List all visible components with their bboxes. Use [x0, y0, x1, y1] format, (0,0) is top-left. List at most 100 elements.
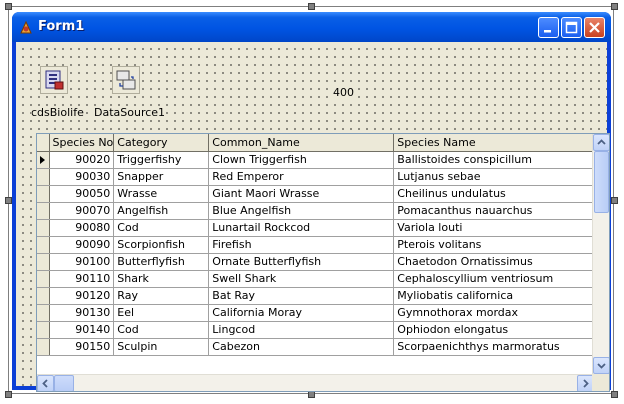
cell-species-no[interactable]: 90070 — [49, 202, 115, 220]
maximize-button[interactable] — [561, 17, 582, 38]
cell-common-name[interactable]: Swell Shark — [208, 270, 395, 288]
cell-species-name[interactable]: Ballistoides conspicillum — [393, 151, 595, 169]
cell-species-name[interactable]: Cephaloscyllium ventriosum — [393, 270, 595, 288]
cell-species-no[interactable]: 90130 — [49, 304, 115, 322]
resize-handle-bottom-right[interactable] — [611, 391, 618, 398]
resize-handle-top-left[interactable] — [5, 3, 12, 10]
cell-common-name[interactable]: Red Emperor — [208, 168, 395, 186]
cell-species-name[interactable]: Myliobatis californica — [393, 287, 595, 305]
row-indicator[interactable] — [37, 168, 50, 186]
cell-species-no[interactable]: 90140 — [49, 321, 115, 339]
vertical-scrollbar[interactable] — [592, 134, 609, 374]
cell-category[interactable]: Cod — [113, 219, 210, 237]
row-indicator[interactable] — [37, 219, 50, 237]
cell-category[interactable]: Sculpin — [113, 338, 210, 356]
scroll-down-button[interactable] — [593, 357, 609, 374]
label-400[interactable]: 400 — [332, 86, 355, 99]
row-indicator[interactable] — [37, 321, 50, 339]
row-indicator[interactable] — [37, 151, 50, 169]
table-row[interactable]: 90120 Ray Bat Ray Myliobatis californica — [37, 287, 595, 305]
column-header-common-name[interactable]: Common_Name — [208, 134, 395, 152]
cell-species-name[interactable]: Pterois volitans — [393, 236, 595, 254]
row-indicator[interactable] — [37, 253, 50, 271]
cell-species-name[interactable]: Gymnothorax mordax — [393, 304, 595, 322]
cell-species-name[interactable]: Cheilinus undulatus — [393, 185, 595, 203]
cell-species-no[interactable]: 90020 — [49, 151, 115, 169]
datasource1-component[interactable] — [112, 66, 140, 94]
row-indicator[interactable] — [37, 304, 50, 322]
horizontal-scrollbar[interactable] — [37, 374, 594, 391]
close-button[interactable] — [584, 17, 605, 38]
cell-common-name[interactable]: Cabezon — [208, 338, 395, 356]
table-row[interactable]: 90050 Wrasse Giant Maori Wrasse Cheilinus u… — [37, 185, 595, 203]
table-row[interactable]: 90030 Snapper Red Emperor Lutjanus sebae — [37, 168, 595, 186]
row-indicator[interactable] — [37, 287, 50, 305]
close-icon — [589, 22, 600, 33]
cell-species-name[interactable]: Chaetodon Ornatissimus — [393, 253, 595, 271]
resize-handle-left[interactable] — [5, 197, 12, 204]
cell-species-name[interactable]: Pomacanthus nauarchus — [393, 202, 595, 220]
resize-handle-top-right[interactable] — [611, 3, 618, 10]
cell-category[interactable]: Scorpionfish — [113, 236, 210, 254]
cell-category[interactable]: Triggerfishy — [113, 151, 210, 169]
cell-common-name[interactable]: Clown Triggerfish — [208, 151, 395, 169]
cell-species-no[interactable]: 90120 — [49, 287, 115, 305]
cell-common-name[interactable]: Giant Maori Wrasse — [208, 185, 395, 203]
cell-species-no[interactable]: 90030 — [49, 168, 115, 186]
cell-category[interactable]: Eel — [113, 304, 210, 322]
db-grid[interactable]: Species No Category Common_Name Species … — [36, 133, 610, 392]
cell-category[interactable]: Shark — [113, 270, 210, 288]
row-indicator[interactable] — [37, 202, 50, 220]
cell-common-name[interactable]: Firefish — [208, 236, 395, 254]
cdsbiolife-component[interactable] — [40, 66, 68, 94]
table-row[interactable]: 90070 Angelfish Blue Angelfish Pomacanthus … — [37, 202, 595, 220]
title-bar[interactable]: Form1 — [12, 12, 611, 42]
cell-species-no[interactable]: 90150 — [49, 338, 115, 356]
row-indicator[interactable] — [37, 270, 50, 288]
cell-common-name[interactable]: Lunartail Rockcod — [208, 219, 395, 237]
resize-handle-bottom[interactable] — [308, 391, 315, 398]
resize-handle-bottom-left[interactable] — [5, 391, 12, 398]
scroll-left-button[interactable] — [37, 375, 54, 391]
cell-species-name[interactable]: Lutjanus sebae — [393, 168, 595, 186]
table-row[interactable]: 90140 Cod Lingcod Ophiodon elongatus — [37, 321, 595, 339]
cell-category[interactable]: Wrasse — [113, 185, 210, 203]
cell-category[interactable]: Angelfish — [113, 202, 210, 220]
table-row[interactable]: 90020 Triggerfishy Clown Triggerfish Ballis… — [37, 151, 595, 169]
cell-category[interactable]: Ray — [113, 287, 210, 305]
cell-category[interactable]: Butterflyfish — [113, 253, 210, 271]
cell-common-name[interactable]: Bat Ray — [208, 287, 395, 305]
minimize-button[interactable] — [538, 17, 559, 38]
cell-species-no[interactable]: 90110 — [49, 270, 115, 288]
cell-species-no[interactable]: 90050 — [49, 185, 115, 203]
cell-category[interactable]: Cod — [113, 321, 210, 339]
table-row[interactable]: 90110 Shark Swell Shark Cephaloscyllium ven… — [37, 270, 595, 288]
resize-handle-top[interactable] — [308, 3, 315, 10]
cell-species-no[interactable]: 90100 — [49, 253, 115, 271]
cell-species-name[interactable]: Scorpaenichthys marmoratus — [393, 338, 595, 356]
cell-category[interactable]: Snapper — [113, 168, 210, 186]
cell-common-name[interactable]: Ornate Butterflyfish — [208, 253, 395, 271]
cell-species-name[interactable]: Variola louti — [393, 219, 595, 237]
table-row[interactable]: 90090 Scorpionfish Firefish Pterois volitan… — [37, 236, 595, 254]
table-row[interactable]: 90080 Cod Lunartail Rockcod Variola louti — [37, 219, 595, 237]
cell-common-name[interactable]: California Moray — [208, 304, 395, 322]
cell-common-name[interactable]: Lingcod — [208, 321, 395, 339]
column-header-category[interactable]: Category — [113, 134, 210, 152]
row-indicator[interactable] — [37, 338, 50, 356]
cell-species-name[interactable]: Ophiodon elongatus — [393, 321, 595, 339]
table-row[interactable]: 90130 Eel California Moray Gymnothorax mord… — [37, 304, 595, 322]
scroll-up-button[interactable] — [593, 134, 609, 151]
row-indicator[interactable] — [37, 236, 50, 254]
resize-handle-right[interactable] — [611, 197, 618, 204]
column-header-species-no[interactable]: Species No — [49, 134, 115, 152]
column-header-species-name[interactable]: Species Name — [393, 134, 595, 152]
horizontal-scroll-thumb[interactable] — [54, 375, 74, 391]
row-indicator[interactable] — [37, 185, 50, 203]
cell-common-name[interactable]: Blue Angelfish — [208, 202, 395, 220]
cell-species-no[interactable]: 90090 — [49, 236, 115, 254]
table-row[interactable]: 90100 Butterflyfish Ornate Butterflyfish Ch… — [37, 253, 595, 271]
table-row[interactable]: 90150 Sculpin Cabezon Scorpaenichthys marmo… — [37, 338, 595, 356]
vertical-scroll-thumb[interactable] — [594, 151, 609, 213]
cell-species-no[interactable]: 90080 — [49, 219, 115, 237]
